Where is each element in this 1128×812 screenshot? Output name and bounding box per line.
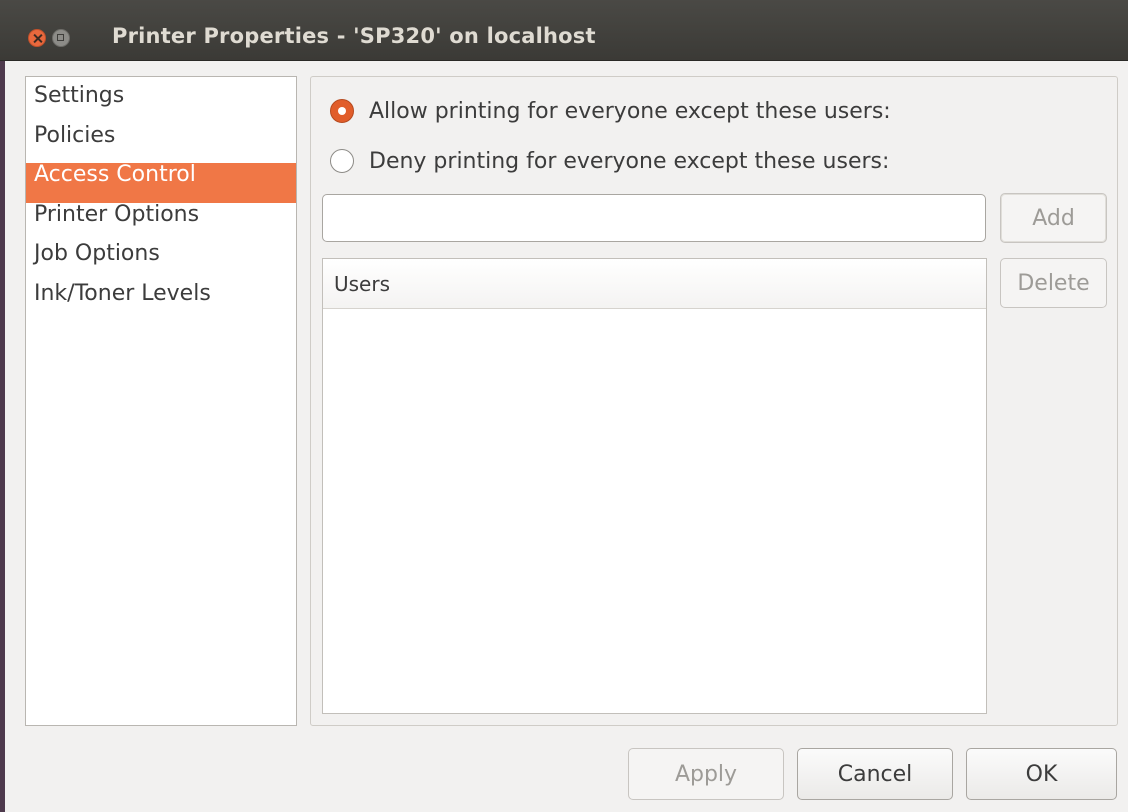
sidebar-item-ink-toner-levels[interactable]: Ink/Toner Levels [26, 280, 296, 322]
sidebar-item-label: Settings [34, 83, 125, 108]
title-bar: Printer Properties - 'SP320' on localhos… [0, 0, 1128, 61]
sidebar-item-label: Printer Options [34, 201, 200, 227]
cancel-button[interactable]: Cancel [797, 748, 953, 800]
sidebar-list: Settings Policies Access Control Printer… [26, 77, 296, 321]
sidebar-item-label: Ink/Toner Levels [34, 280, 211, 306]
sidebar-item-settings[interactable]: Settings [26, 83, 296, 124]
add-user-button[interactable]: Add [1000, 193, 1107, 243]
deny-radio-option[interactable]: Deny printing for everyone except these … [330, 146, 889, 176]
sidebar-item-access-control[interactable]: Access Control [26, 162, 296, 203]
maximize-window-icon[interactable] [52, 29, 70, 47]
users-column-header[interactable]: Users [323, 259, 986, 309]
sidebar-item-label: Job Options [34, 241, 160, 266]
allow-radio-button[interactable] [330, 99, 354, 123]
allow-radio-option[interactable]: Allow printing for everyone except these… [330, 96, 891, 126]
users-list-body[interactable] [323, 309, 986, 713]
window-title: Printer Properties - 'SP320' on localhos… [112, 24, 596, 48]
allow-radio-label[interactable]: Allow printing for everyone except these… [369, 99, 891, 124]
users-list[interactable]: Users [322, 258, 987, 714]
sidebar-item-printer-options[interactable]: Printer Options [26, 201, 296, 243]
user-name-input[interactable] [322, 194, 986, 242]
window-edge [0, 61, 5, 812]
ok-button[interactable]: OK [966, 748, 1117, 800]
sidebar-item-label: Access Control [34, 162, 196, 187]
close-window-icon[interactable] [28, 29, 46, 47]
deny-radio-button[interactable] [330, 149, 354, 173]
sidebar-item-label: Policies [34, 122, 116, 148]
sidebar: Settings Policies Access Control Printer… [25, 76, 297, 726]
delete-user-button[interactable]: Delete [1000, 258, 1107, 308]
sidebar-item-job-options[interactable]: Job Options [26, 241, 296, 282]
deny-radio-label[interactable]: Deny printing for everyone except these … [369, 149, 889, 174]
apply-button[interactable]: Apply [628, 748, 784, 800]
sidebar-item-policies[interactable]: Policies [26, 122, 296, 164]
